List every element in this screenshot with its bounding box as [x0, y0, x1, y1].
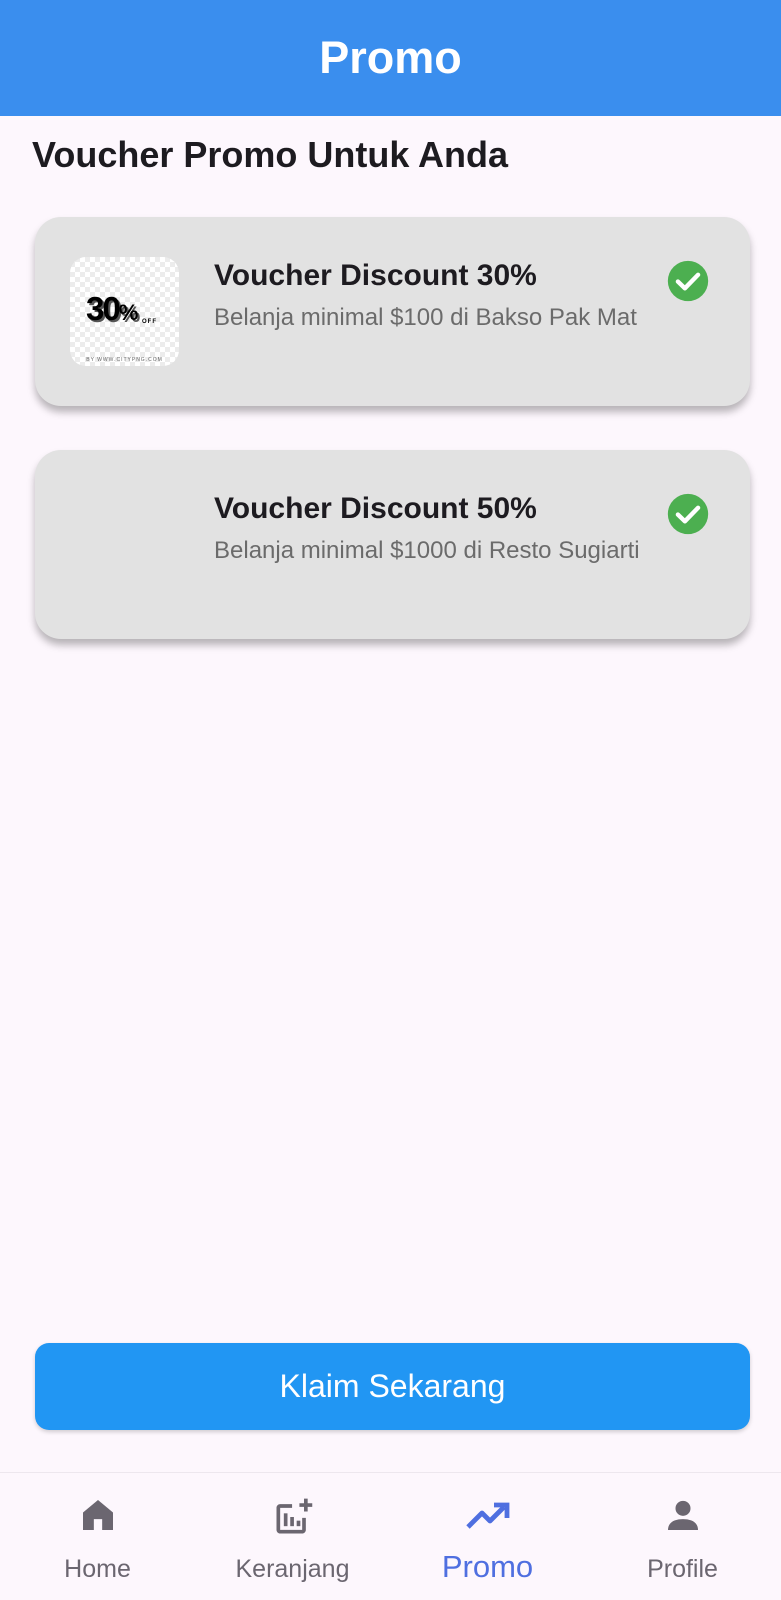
voucher-card-30[interactable]: 30% OFF BY WWW.CITYPNG.COM Voucher Disco… [35, 217, 750, 406]
person-icon [667, 1500, 698, 1530]
voucher-card-50[interactable]: Voucher Discount 50% Belanja minimal $10… [35, 450, 750, 639]
section-title: Voucher Promo Untuk Anda [32, 134, 509, 175]
nav-label-keranjang: Keranjang [235, 1555, 350, 1583]
check-circle-icon[interactable] [666, 492, 710, 536]
voucher-description: Belanja minimal $100 di Bakso Pak Mat [214, 304, 637, 331]
voucher-description: Belanja minimal $1000 di Resto Sugiarti [214, 537, 640, 564]
thumbnail-percent-text: 30% [86, 290, 139, 327]
chart-add-icon [276, 1498, 312, 1534]
bottom-navigation: Home Keranjang Promo Profile [0, 1472, 781, 1600]
nav-label-home: Home [64, 1555, 131, 1583]
thumbnail-caption: BY WWW.CITYPNG.COM [86, 357, 163, 363]
check-circle-icon[interactable] [666, 259, 710, 303]
nav-item-keranjang[interactable]: Keranjang [195, 1473, 390, 1600]
voucher-thumbnail: 30% OFF BY WWW.CITYPNG.COM [70, 257, 179, 366]
home-icon [82, 1500, 113, 1530]
nav-label-profile: Profile [647, 1555, 718, 1583]
nav-item-home[interactable]: Home [0, 1473, 195, 1600]
voucher-title: Voucher Discount 50% [214, 492, 537, 525]
voucher-title: Voucher Discount 30% [214, 259, 537, 292]
nav-label-promo: Promo [441, 1549, 534, 1584]
app-bar: Promo [0, 0, 781, 116]
claim-now-button[interactable]: Klaim Sekarang [35, 1343, 750, 1430]
page-title: Promo [319, 32, 462, 83]
thumbnail-off-text: OFF [142, 319, 157, 325]
trending-up-icon [465, 1502, 509, 1529]
nav-item-promo[interactable]: Promo [390, 1473, 585, 1600]
nav-item-profile[interactable]: Profile [585, 1473, 780, 1600]
